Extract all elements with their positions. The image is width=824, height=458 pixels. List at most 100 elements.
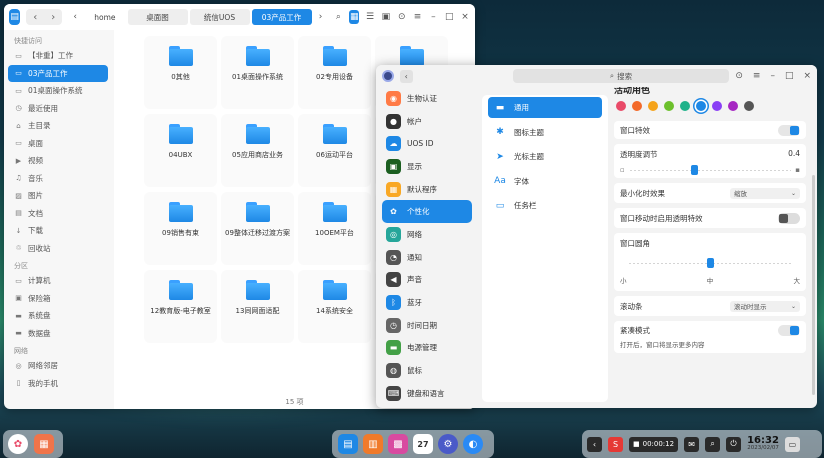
accent-color-swatch[interactable] [632, 101, 642, 111]
personalize-subnav-item[interactable]: ➤ 光标主题 [488, 146, 602, 167]
corner-slider-thumb[interactable] [707, 258, 714, 268]
settings-nav-item[interactable]: ◷ 时间日期 [382, 314, 472, 337]
folder-item[interactable]: 0其他 [144, 36, 217, 109]
tray-collapse-icon[interactable]: ‹ [587, 436, 602, 452]
minimize-icon[interactable]: – [428, 10, 438, 24]
details-icon[interactable]: ▣ [381, 10, 391, 24]
personalize-subnav-item[interactable]: ▬ 通用 [488, 97, 602, 118]
forward-button[interactable]: › [44, 9, 62, 25]
settings-nav-item[interactable]: ▦ 默认程序 [382, 178, 472, 201]
scrollbar-select[interactable]: 滚动时显示 ⌄ [730, 300, 800, 312]
folder-item[interactable]: 14系统安全 [298, 270, 371, 343]
settings-nav-item[interactable]: ᛒ 蓝牙 [382, 291, 472, 314]
accent-color-swatch[interactable] [728, 101, 738, 111]
folder-item[interactable]: 10OEM平台 [298, 192, 371, 265]
search-icon[interactable]: ⌕ [705, 436, 721, 452]
sidebar-item[interactable]: ▭ 计算机 [8, 272, 108, 290]
sidebar-item[interactable]: ▤ 文档 [8, 205, 108, 223]
accent-color-swatch[interactable] [696, 101, 706, 111]
settings-gear-icon[interactable]: ⚙ [438, 434, 458, 454]
more-icon[interactable]: ⊙ [735, 71, 743, 81]
wps-icon[interactable]: S [608, 436, 623, 452]
accent-color-swatch[interactable] [744, 101, 754, 111]
screen-record-indicator[interactable]: ■ 00:00:12 [629, 436, 679, 452]
folder-item[interactable]: 09销售有束 [144, 192, 217, 265]
album-icon[interactable]: ▩ [388, 434, 408, 454]
crumb-home[interactable]: home [84, 9, 125, 25]
sidebar-item[interactable]: ▭ 01桌面操作系统 [8, 82, 108, 100]
crumb-left-arrow-icon[interactable]: ‹ [68, 10, 82, 24]
sidebar-item[interactable]: ▶ 视频 [8, 152, 108, 170]
settings-nav-item[interactable]: ◎ 网络 [382, 223, 472, 246]
crumb-current[interactable]: 03产品工作 [251, 9, 312, 25]
corner-slider[interactable] [628, 258, 792, 268]
scrollbar[interactable] [812, 175, 815, 395]
folder-item[interactable]: 05应用商店业务 [221, 114, 294, 187]
settings-nav-item[interactable]: ✿ 个性化 [382, 200, 472, 224]
settings-nav-item[interactable]: ◔ 通知 [382, 246, 472, 269]
settings-nav-item[interactable]: ● 帐户 [382, 110, 472, 133]
accent-color-swatch[interactable] [664, 101, 674, 111]
browser-icon[interactable]: ◐ [463, 434, 483, 454]
accent-color-swatch[interactable] [680, 101, 690, 111]
notification-icon[interactable]: ✉ [684, 436, 700, 452]
icon-view-icon[interactable]: ▦ [349, 10, 360, 24]
back-button[interactable]: ‹ [399, 69, 413, 83]
settings-nav-item[interactable]: ◍ 鼠标 [382, 359, 472, 382]
window-effect-toggle[interactable] [778, 124, 800, 136]
sidebar-item[interactable]: ⌂ 主目录 [8, 117, 108, 135]
compact-toggle[interactable] [778, 325, 800, 336]
personalize-subnav-item[interactable]: Aa 字体 [488, 171, 602, 192]
sidebar-item[interactable]: ▬ 系统盘 [8, 307, 108, 325]
launcher-icon[interactable]: ✿ [8, 434, 28, 454]
settings-nav-item[interactable]: ▣ 显示 [382, 155, 472, 178]
search-input[interactable]: ⌕ 搜索 [512, 69, 730, 83]
maximize-icon[interactable]: □ [444, 10, 454, 24]
crumb-uos[interactable]: 统信UOS [189, 9, 250, 25]
sidebar-item[interactable]: ▨ 图片 [8, 187, 108, 205]
search-icon[interactable]: ⌕ [334, 10, 344, 24]
sidebar-item[interactable]: ▬ 数据盘 [8, 325, 108, 343]
list-view-icon[interactable]: ☰ [365, 10, 375, 24]
personalize-subnav-item[interactable]: ▭ 任务栏 [488, 195, 602, 216]
accent-color-swatch[interactable] [616, 101, 626, 111]
accent-color-swatch[interactable] [648, 101, 658, 111]
sidebar-item[interactable]: ♫ 音乐 [8, 170, 108, 188]
transparency-slider[interactable] [628, 164, 792, 175]
close-icon[interactable]: × [460, 10, 470, 24]
folder-item[interactable]: 12教育版-电子教室 [144, 270, 217, 343]
folder-item[interactable]: 06运动平台 [298, 114, 371, 187]
clock[interactable]: 16:32 2023/02/07 [747, 436, 779, 452]
calendar-icon[interactable]: 27 [413, 434, 433, 454]
settings-nav-item[interactable]: ◀ 声音 [382, 269, 472, 292]
sidebar-item[interactable]: ◎ 网络邻居 [8, 357, 108, 375]
sidebar-item[interactable]: ▭ 03产品工作 [8, 64, 108, 82]
back-button[interactable]: ‹ [26, 9, 44, 25]
transparency-slider-thumb[interactable] [690, 164, 698, 175]
sidebar-item[interactable]: ▭ 桌面 [8, 135, 108, 153]
accent-color-swatch[interactable] [712, 101, 722, 111]
sidebar-item[interactable]: ◷ 最近使用 [8, 100, 108, 118]
app-store-icon[interactable]: ▥ [363, 434, 383, 454]
settings-nav-item[interactable]: ◉ 生物认证 [382, 87, 472, 110]
sidebar-item[interactable]: ↓ 下载 [8, 222, 108, 240]
folder-item[interactable]: 09整体迁移过渡方案 [221, 192, 294, 265]
file-manager-app-icon[interactable]: ▤ [9, 9, 21, 25]
menu-icon[interactable]: ≡ [413, 10, 423, 24]
folder-item[interactable]: 04UBX [144, 114, 217, 187]
folder-item[interactable]: 01桌面操作系统 [221, 36, 294, 109]
sidebar-item[interactable]: ▣ 保险箱 [8, 290, 108, 308]
settings-nav-item[interactable]: ☁ UOS ID [382, 132, 472, 155]
crumb-desktop[interactable]: 桌面图 [127, 9, 188, 25]
shutdown-icon[interactable]: ⏻ [726, 436, 742, 452]
wobbly-toggle[interactable] [778, 212, 800, 224]
multitask-view-icon[interactable]: ▦ [34, 434, 54, 454]
folder-item[interactable]: 02专用设备 [298, 36, 371, 109]
sidebar-item[interactable]: ♲ 回收站 [8, 240, 108, 258]
personalize-subnav-item[interactable]: ✱ 图标主题 [488, 122, 602, 143]
more-icon[interactable]: ⊙ [397, 10, 407, 24]
file-manager-dock-icon[interactable]: ▤ [338, 434, 358, 454]
settings-nav-item[interactable]: ⌨ 键盘和语言 [382, 382, 472, 405]
settings-nav-item[interactable]: ▬ 电源管理 [382, 337, 472, 360]
minimize-effect-select[interactable]: 缩放 ⌄ [730, 187, 800, 199]
